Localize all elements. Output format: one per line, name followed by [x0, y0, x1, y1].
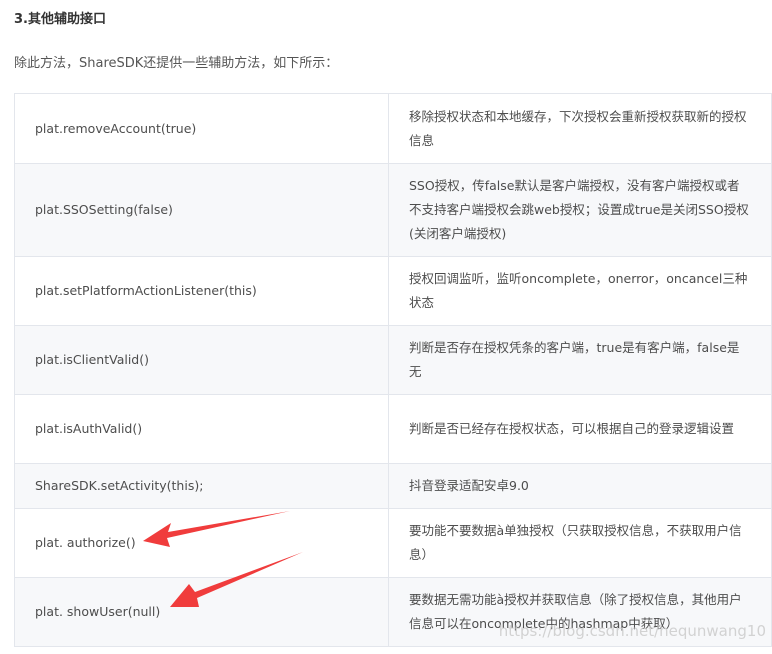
desc-cell: 移除授权状态和本地缓存，下次授权会重新授权获取新的授权信息 [388, 93, 772, 164]
desc-cell: SSO授权，传false默认是客户端授权，没有客户端授权或者不支持客户端授权会跳… [388, 163, 772, 257]
section-heading: 3.其他辅助接口 [14, 12, 106, 27]
method-cell: plat. authorize() [14, 508, 389, 578]
methods-table: plat.removeAccount(true) 移除授权状态和本地缓存，下次授权… [14, 93, 772, 647]
desc-cell: 判断是否存在授权凭条的客户端，true是有客户端，false是无 [388, 325, 772, 395]
table-row: plat.SSOSetting(false) SSO授权，传false默认是客户端… [14, 163, 772, 257]
method-cell: plat.isAuthValid() [14, 394, 389, 464]
table-row: plat. authorize() 要功能不要数据à单独授权（只获取授权信息，不获… [14, 508, 772, 578]
method-cell: plat.removeAccount(true) [14, 93, 389, 164]
method-cell: plat.SSOSetting(false) [14, 163, 389, 257]
watermark: https://blog.csdn.net/hequnwang10 [498, 622, 766, 640]
desc-cell: 授权回调监听，监听oncomplete，onerror，oncancel三种状态 [388, 256, 772, 326]
method-cell: plat.isClientValid() [14, 325, 389, 395]
table-row: plat.isClientValid() 判断是否存在授权凭条的客户端，true是… [14, 325, 772, 395]
table-row: plat.removeAccount(true) 移除授权状态和本地缓存，下次授权… [14, 93, 772, 164]
table-row: plat.isAuthValid() 判断是否已经存在授权状态，可以根据自己的登录… [14, 394, 772, 464]
desc-cell: 要功能不要数据à单独授权（只获取授权信息，不获取用户信息） [388, 508, 772, 578]
desc-cell: 判断是否已经存在授权状态，可以根据自己的登录逻辑设置 [388, 394, 772, 464]
method-cell: plat. showUser(null) [14, 577, 389, 647]
method-cell: ShareSDK.setActivity(this); [14, 463, 389, 509]
desc-cell: 抖音登录适配安卓9.0 [388, 463, 772, 509]
table-row: plat.setPlatformActionListener(this) 授权回调… [14, 256, 772, 326]
method-cell: plat.setPlatformActionListener(this) [14, 256, 389, 326]
intro-text: 除此方法，ShareSDK还提供一些辅助方法，如下所示： [14, 56, 339, 71]
table-row: ShareSDK.setActivity(this); 抖音登录适配安卓9.0 [14, 463, 772, 509]
